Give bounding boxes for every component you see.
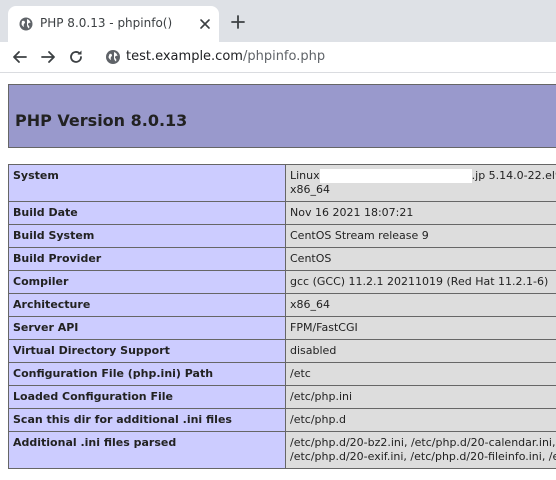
row-key: Virtual Directory Support (8, 339, 286, 363)
row-value: Nov 16 2021 18:07:21 (285, 201, 556, 225)
row-key: Architecture (8, 293, 286, 317)
row-key: System (8, 164, 286, 202)
redacted-hostname (319, 169, 472, 183)
tab-strip: PHP 8.0.13 - phpinfo() (0, 0, 556, 42)
row-value: FPM/FastCGI (285, 316, 556, 340)
row-value: gcc (GCC) 11.2.1 20211019 (Red Hat 11.2.… (285, 270, 556, 294)
ini-files-line1: /etc/php.d/20-bz2.ini, /etc/php.d/20-cal… (290, 436, 556, 449)
row-key: Build System (8, 224, 286, 248)
table-row: Loaded Configuration File /etc/php.ini (8, 385, 556, 409)
tab-title: PHP 8.0.13 - phpinfo() (40, 16, 173, 30)
row-value: /etc/php.d (285, 408, 556, 432)
row-key: Compiler (8, 270, 286, 294)
table-row: Virtual Directory Support disabled (8, 339, 556, 363)
phpinfo-table: System Linux .jp 5.14.0-22.el9 x86_64 Buil… (8, 164, 556, 469)
close-tab-icon[interactable] (196, 15, 214, 33)
row-value: Linux .jp 5.14.0-22.el9 x86_64 (285, 164, 556, 202)
table-row: Configuration File (php.ini) Path /etc (8, 362, 556, 386)
table-row: Build Provider CentOS (8, 247, 556, 271)
globe-icon (19, 17, 33, 31)
row-key: Build Date (8, 201, 286, 225)
url-text: test.example.com/phpinfo.php (126, 49, 325, 64)
forward-arrow-icon[interactable] (38, 47, 58, 67)
row-value: CentOS Stream release 9 (285, 224, 556, 248)
row-key: Additional .ini files parsed (8, 431, 286, 469)
row-value: /etc (285, 362, 556, 386)
row-key: Server API (8, 316, 286, 340)
row-value: /etc/php.d/20-bz2.ini, /etc/php.d/20-cal… (285, 431, 556, 469)
back-arrow-icon[interactable] (10, 47, 30, 67)
url-path: /phpinfo.php (242, 49, 326, 64)
table-row: Scan this dir for additional .ini files … (8, 408, 556, 432)
browser-toolbar: test.example.com/phpinfo.php (0, 42, 556, 73)
row-key: Configuration File (php.ini) Path (8, 362, 286, 386)
browser-tab[interactable]: PHP 8.0.13 - phpinfo() (8, 6, 219, 42)
row-value: disabled (285, 339, 556, 363)
address-bar[interactable]: test.example.com/phpinfo.php (96, 43, 556, 71)
table-row: Architecture x86_64 (8, 293, 556, 317)
php-version-title: PHP Version 8.0.13 (15, 111, 188, 130)
reload-icon[interactable] (66, 47, 86, 67)
ini-files-line2: /etc/php.d/20-exif.ini, /etc/php.d/20-fi… (290, 450, 556, 463)
table-row: System Linux .jp 5.14.0-22.el9 x86_64 (8, 164, 556, 202)
table-row: Build System CentOS Stream release 9 (8, 224, 556, 248)
row-key: Scan this dir for additional .ini files (8, 408, 286, 432)
url-host: test.example.com (126, 49, 243, 64)
row-value: /etc/php.ini (285, 385, 556, 409)
system-value-suffix: .jp 5.14.0-22.el9 (471, 169, 556, 182)
table-row: Server API FPM/FastCGI (8, 316, 556, 340)
row-key: Build Provider (8, 247, 286, 271)
page-content: PHP Version 8.0.13 System Linux .jp 5.14.… (0, 73, 556, 480)
row-key: Loaded Configuration File (8, 385, 286, 409)
new-tab-icon[interactable] (229, 13, 247, 31)
table-row: Compiler gcc (GCC) 11.2.1 20211019 (Red … (8, 270, 556, 294)
php-version-header: PHP Version 8.0.13 (8, 84, 556, 148)
table-row: Build Date Nov 16 2021 18:07:21 (8, 201, 556, 225)
system-value-line2: x86_64 (290, 183, 331, 196)
site-info-icon[interactable] (105, 49, 121, 65)
table-row: Additional .ini files parsed /etc/php.d/… (8, 431, 556, 469)
row-value: CentOS (285, 247, 556, 271)
system-value-prefix: Linux (290, 169, 320, 182)
row-value: x86_64 (285, 293, 556, 317)
